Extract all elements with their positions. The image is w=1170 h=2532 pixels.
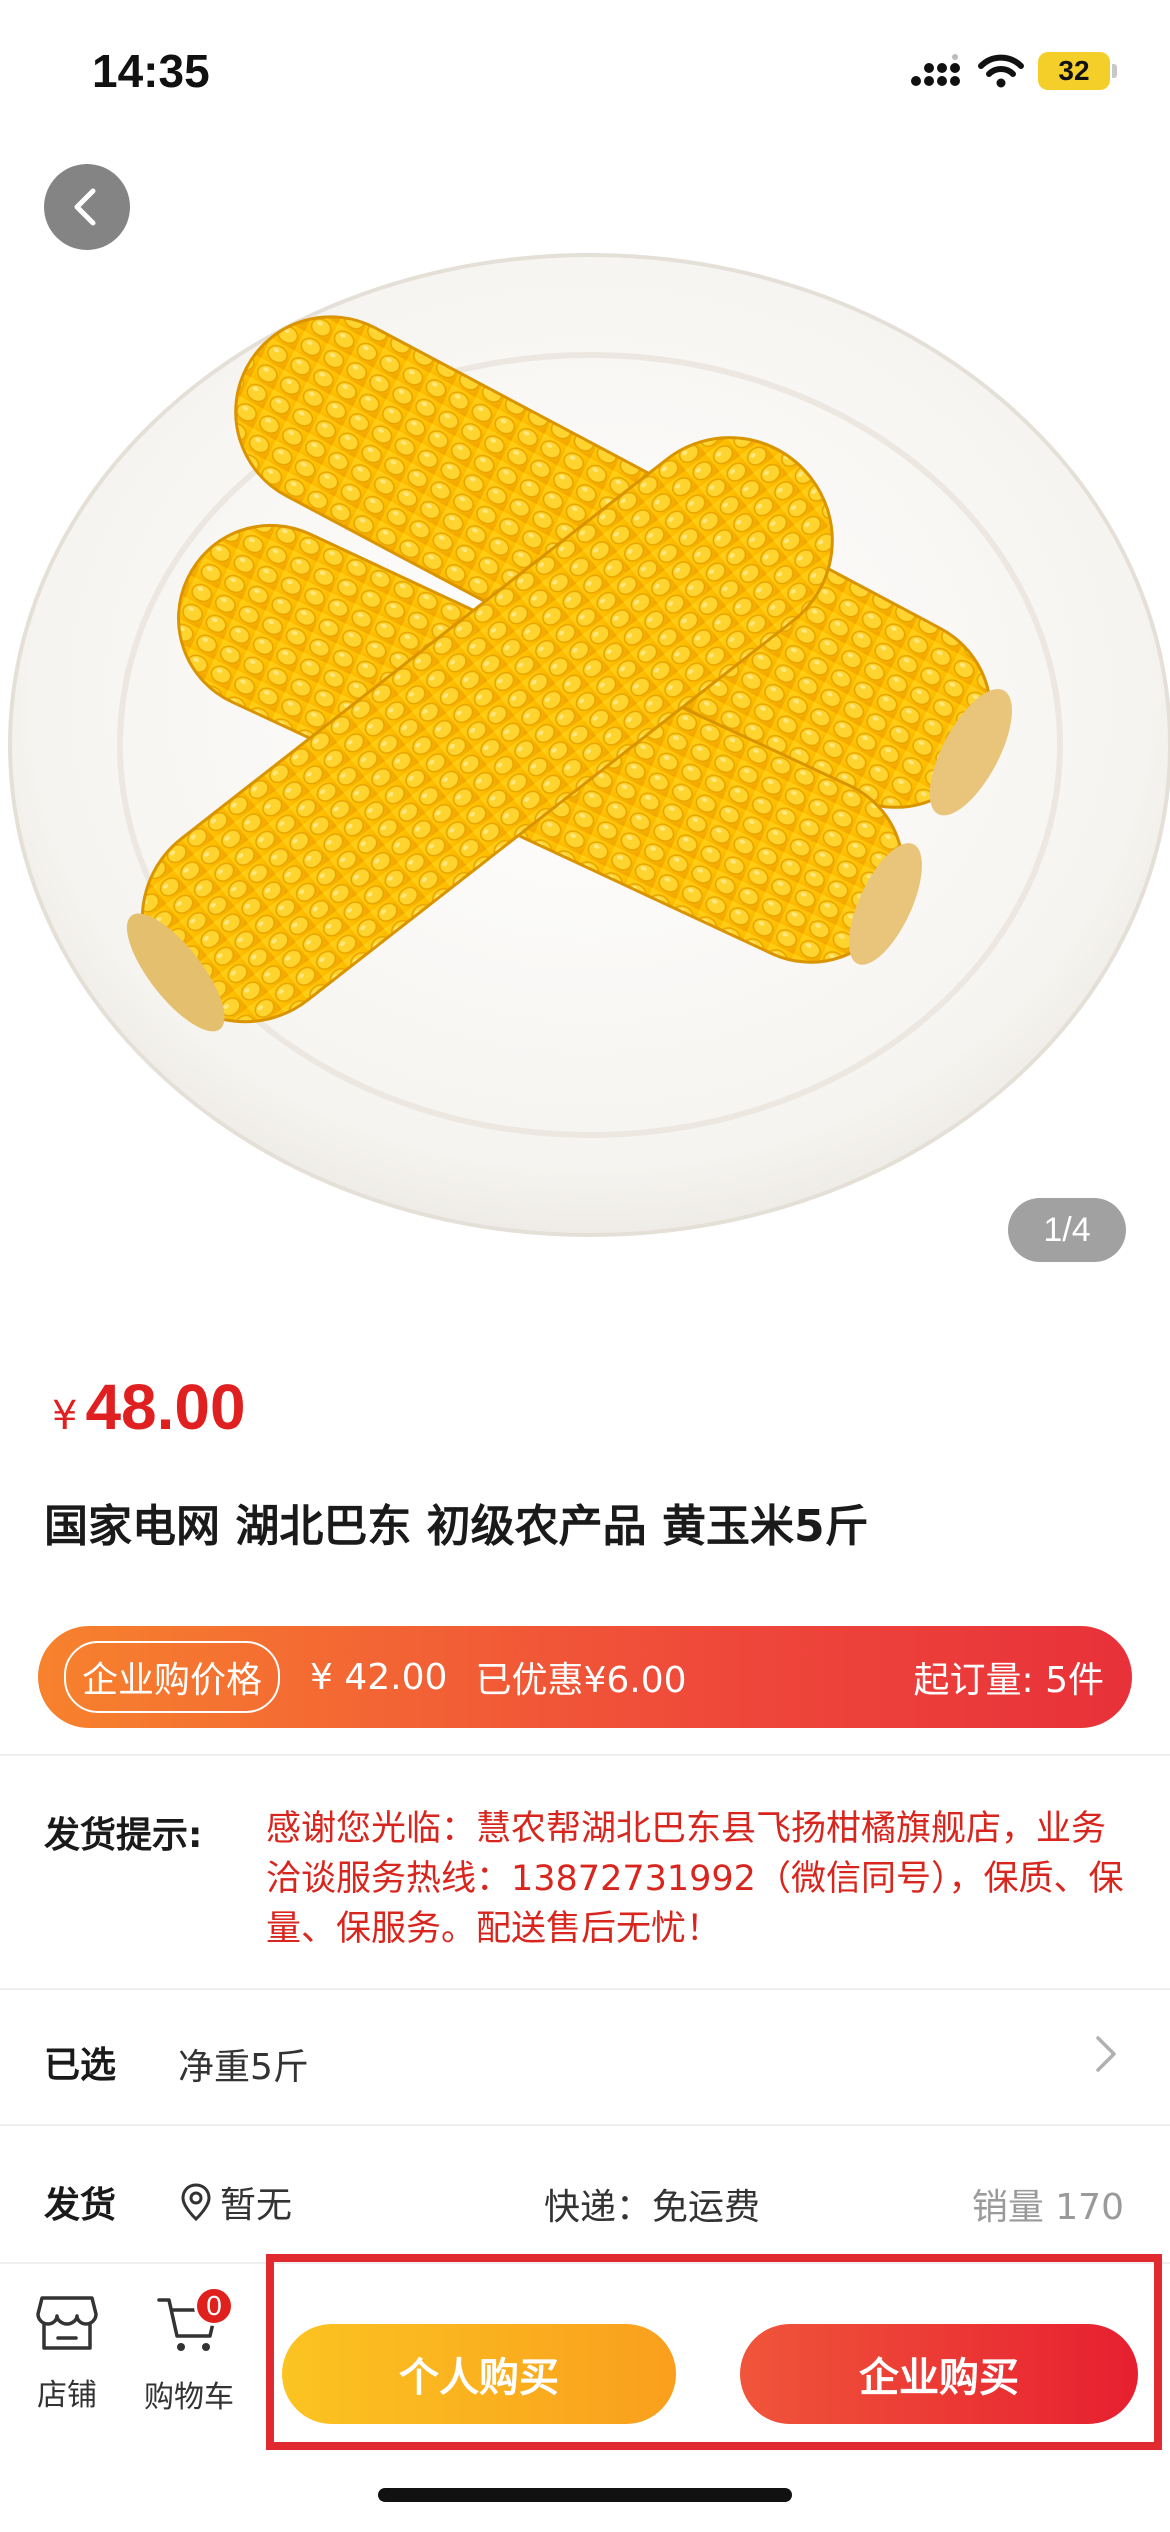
product-title: 国家电网 湖北巴东 初级农产品 黄玉米5斤 xyxy=(44,1501,869,1552)
personal-buy-button[interactable]: 个人购买 xyxy=(282,2324,676,2424)
shipping-location-text: 暂无 xyxy=(220,2185,293,2226)
price-row: ¥ 48.00 xyxy=(52,1370,246,1444)
store-label: 店铺 xyxy=(37,2378,97,2413)
cart-count-badge: 0 xyxy=(194,2286,234,2326)
enterprise-buy-button[interactable]: 企业购买 xyxy=(740,2324,1138,2424)
home-indicator xyxy=(378,2488,792,2502)
shipping-label: 发货 xyxy=(44,2185,117,2226)
store-button[interactable]: 店铺 xyxy=(24,2294,110,2414)
selected-label: 已选 xyxy=(44,2045,117,2086)
delivery-tip-text: 感谢您光临：慧农帮湖北巴东县飞扬柑橘旗舰店，业务洽谈服务热线：138727319… xyxy=(266,1809,1124,1949)
sales-count: 销量 170 xyxy=(971,2187,1124,2228)
cart-button[interactable]: 0 购物车 xyxy=(134,2286,244,2416)
product-image[interactable]: 1/4 xyxy=(0,0,1170,1320)
back-button[interactable] xyxy=(44,164,130,250)
store-icon xyxy=(36,2296,98,2350)
divider xyxy=(0,2124,1170,2126)
shipping-location: 暂无 xyxy=(180,2176,292,2228)
enterprise-price-tag: 企业购价格 xyxy=(64,1641,281,1713)
wifi-icon xyxy=(978,54,1024,88)
enterprise-price-banner: 企业购价格 ¥ 42.00 已优惠¥6.00 起订量: 5件 xyxy=(38,1626,1132,1728)
battery-indicator: 32 xyxy=(1038,52,1117,90)
corn-on-plate-image xyxy=(8,253,1170,1237)
status-bar: 14:35 32 xyxy=(0,0,1170,140)
image-page-indicator: 1/4 xyxy=(1008,1198,1126,1262)
location-pin-icon xyxy=(181,2183,211,2222)
status-time: 14:35 xyxy=(92,45,210,97)
price-value: 48.00 xyxy=(85,1371,246,1443)
divider xyxy=(0,1754,1170,1756)
signal-icon xyxy=(911,54,960,86)
selected-value: 净重5斤 xyxy=(178,2047,309,2088)
shipping-express: 快递：免运费 xyxy=(544,2187,761,2228)
enterprise-price: ¥ 42.00 xyxy=(310,1656,448,1698)
cart-label: 购物车 xyxy=(144,2380,234,2415)
minimum-order-quantity: 起订量: 5件 xyxy=(913,1660,1104,1701)
delivery-tip-label: 发货提示: xyxy=(44,1815,203,1856)
enterprise-discount: 已优惠¥6.00 xyxy=(475,1660,687,1701)
price-currency: ¥ xyxy=(52,1393,78,1439)
chevron-left-icon xyxy=(74,188,96,226)
chevron-right-icon xyxy=(1096,2036,1116,2072)
divider xyxy=(0,1988,1170,1990)
status-icons: 32 xyxy=(910,52,1117,90)
